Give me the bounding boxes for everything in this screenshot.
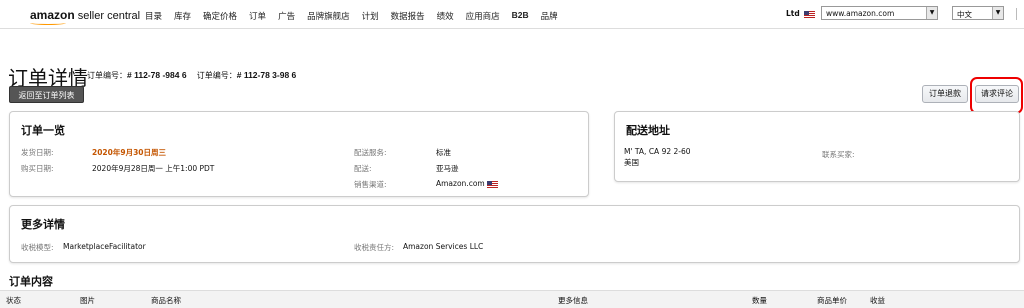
sales-channel-value: Amazon.com xyxy=(436,179,499,188)
order-summary-heading: 订单一览 xyxy=(21,124,65,137)
order-contents-table-header: 状态 图片 商品名称 更多信息 数量 商品单价 收益 xyxy=(0,290,1024,308)
order-id-label-2: 订单编号： xyxy=(196,71,237,80)
tax-model-value: MarketplaceFacilitator xyxy=(63,242,146,251)
column-quantity: 数量 xyxy=(752,296,767,305)
column-image: 图片 xyxy=(80,296,95,305)
order-id-1: # 112-78 -984 6 xyxy=(127,70,187,80)
us-flag-icon xyxy=(487,180,499,188)
column-product-name: 商品名称 xyxy=(151,296,181,305)
fulfillment-value: 亚马逊 xyxy=(436,164,459,173)
column-more-info: 更多信息 xyxy=(558,296,588,305)
chevron-down-icon: ▼ xyxy=(992,7,1003,19)
column-proceeds: 收益 xyxy=(870,296,885,305)
nav-item-orders[interactable]: 订单 xyxy=(249,10,266,22)
main-menu: 目录 库存 确定价格 订单 广告 品牌旗舰店 计划 数据报告 绩效 应用商店 B… xyxy=(145,10,570,22)
order-id-line: 订单编号：# 112-78 -984 6 订单编号：# 112-78 3-98 … xyxy=(87,70,296,81)
fulfillment-label: 配送: xyxy=(354,164,372,173)
nav-item-reports[interactable]: 数据报告 xyxy=(391,10,425,22)
more-details-card: 更多详情 收税模型: MarketplaceFacilitator 收税责任方:… xyxy=(9,205,1020,263)
tax-responsible-label: 收税责任方: xyxy=(354,243,395,252)
top-navigation-bar: amazon seller central 目录 库存 确定价格 订单 广告 品… xyxy=(0,0,1024,29)
ship-date-value: 2020年9月30日周三 xyxy=(92,148,167,157)
refund-order-button[interactable]: 订单退款 xyxy=(922,85,968,103)
nav-item-b2b[interactable]: B2B xyxy=(512,10,529,22)
nav-item-appstore[interactable]: 应用商店 xyxy=(466,10,500,22)
contact-buyer-label[interactable]: 联系买家: xyxy=(822,149,855,160)
logo-sub: seller central xyxy=(77,10,141,22)
chevron-down-icon: ▼ xyxy=(926,7,937,19)
tax-model-label: 收税模型: xyxy=(21,243,54,252)
sales-channel-label: 销售渠道: xyxy=(354,180,387,189)
tax-responsible-value: Amazon Services LLC xyxy=(403,242,484,251)
highlight-circle xyxy=(970,77,1023,114)
marketplace-select[interactable]: www.amazon.com ▼ xyxy=(821,6,938,20)
nav-item-brands[interactable]: 品牌 xyxy=(541,10,558,22)
order-contents-heading: 订单内容 xyxy=(9,275,53,288)
divider xyxy=(1016,8,1017,20)
nav-item-performance[interactable]: 绩效 xyxy=(437,10,454,22)
column-unit-price: 商品单价 xyxy=(817,296,847,305)
order-id-2: # 112-78 3-98 6 xyxy=(236,70,297,80)
shipping-address-card: 配送地址 M' TA, CA 92 2-60 美国 联系买家: xyxy=(614,111,1020,182)
logo-main: amazon xyxy=(30,8,75,22)
us-flag-icon xyxy=(803,10,815,18)
language-value: 中文 xyxy=(957,10,972,19)
sales-channel-text: Amazon.com xyxy=(436,179,485,188)
address-line-1: M' TA, CA 92 2-60 xyxy=(624,147,691,156)
shipping-service-value: 标准 xyxy=(436,148,451,157)
nav-item-catalog[interactable]: 目录 xyxy=(145,10,162,22)
purchase-date-value: 2020年9月28日周一 上午1:00 PDT xyxy=(92,164,215,173)
region-label: Ltd xyxy=(786,9,800,18)
ship-date-label: 发货日期: xyxy=(21,148,54,157)
account-region[interactable]: Ltd xyxy=(786,9,815,18)
order-id-label-1: 订单编号： xyxy=(87,71,127,80)
purchase-date-label: 购买日期: xyxy=(21,164,54,173)
order-summary-card: 订单一览 发货日期: 2020年9月30日周三 购买日期: 2020年9月28日… xyxy=(9,111,589,197)
marketplace-value: www.amazon.com xyxy=(826,9,895,18)
address-line-2: 美国 xyxy=(624,158,639,167)
nav-item-pricing[interactable]: 确定价格 xyxy=(203,10,237,22)
nav-item-programs[interactable]: 计划 xyxy=(362,10,379,22)
nav-item-stores[interactable]: 品牌旗舰店 xyxy=(307,10,350,22)
back-to-orders-button[interactable]: 返回至订单列表 xyxy=(9,86,84,103)
amazon-smile-icon xyxy=(30,21,66,25)
shipping-service-label: 配送服务: xyxy=(354,148,387,157)
column-status: 状态 xyxy=(6,296,21,305)
amazon-seller-central-logo[interactable]: amazon seller central xyxy=(30,8,141,25)
nav-item-inventory[interactable]: 库存 xyxy=(174,10,191,22)
language-select[interactable]: 中文 ▼ xyxy=(952,6,1004,20)
more-details-heading: 更多详情 xyxy=(21,218,65,231)
shipping-address-heading: 配送地址 xyxy=(626,124,670,137)
nav-item-advertising[interactable]: 广告 xyxy=(278,10,295,22)
